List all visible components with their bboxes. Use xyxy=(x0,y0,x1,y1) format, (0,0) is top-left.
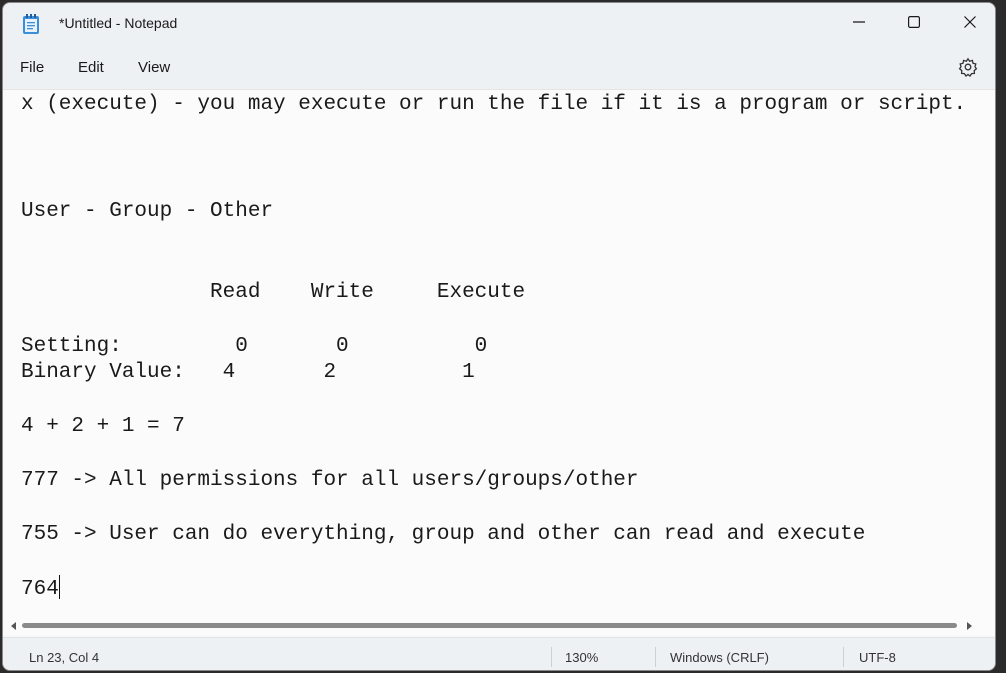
editor-line: 764 xyxy=(21,578,59,602)
editor-content[interactable]: x (execute) - you may execute or run the… xyxy=(21,92,966,604)
minimize-icon xyxy=(853,21,865,23)
status-divider xyxy=(551,647,552,667)
editor-line: x (execute) - you may execute or run the… xyxy=(21,93,967,116)
editor-line: User - Group - Other xyxy=(21,200,274,224)
maximize-icon xyxy=(908,16,920,28)
status-divider xyxy=(843,647,844,667)
editor-line: Read Write Execute xyxy=(21,280,526,304)
status-bar: Ln 23, Col 4 130% Windows (CRLF) UTF-8 xyxy=(3,637,995,670)
menu-view[interactable]: View xyxy=(138,59,170,76)
minimize-button[interactable] xyxy=(833,3,885,41)
text-editor[interactable]: x (execute) - you may execute or run the… xyxy=(3,89,995,618)
editor-line: 4 + 2 + 1 = 7 xyxy=(21,415,185,439)
close-button[interactable] xyxy=(944,3,995,41)
notepad-app-icon xyxy=(23,14,39,34)
scroll-left-icon[interactable] xyxy=(10,622,18,630)
maximize-button[interactable] xyxy=(888,3,940,41)
line-ending: Windows (CRLF) xyxy=(670,650,769,665)
scrollbar-thumb[interactable] xyxy=(22,623,957,628)
scroll-right-icon[interactable] xyxy=(965,622,973,630)
encoding: UTF-8 xyxy=(859,650,896,665)
close-icon xyxy=(964,16,976,28)
editor-line: Setting: 0 0 0 xyxy=(21,334,488,358)
gear-icon[interactable] xyxy=(958,57,978,77)
editor-line: 755 -> User can do everything, group and… xyxy=(21,522,866,546)
notepad-window: *Untitled - Notepad File Edit View x (ex… xyxy=(2,2,996,671)
horizontal-scrollbar[interactable] xyxy=(3,617,995,635)
menu-file[interactable]: File xyxy=(20,59,44,76)
text-caret xyxy=(58,575,60,600)
zoom-level: 130% xyxy=(565,650,599,665)
editor-line: 777 -> All permissions for all users/gro… xyxy=(21,468,639,492)
title-bar[interactable]: *Untitled - Notepad xyxy=(3,3,995,45)
cursor-position: Ln 23, Col 4 xyxy=(29,650,100,665)
window-title: *Untitled - Notepad xyxy=(59,15,178,31)
status-divider xyxy=(655,647,656,667)
menu-edit[interactable]: Edit xyxy=(78,59,104,76)
menu-bar: File Edit View xyxy=(3,45,995,89)
editor-line: Binary Value: 4 2 1 xyxy=(21,361,475,385)
